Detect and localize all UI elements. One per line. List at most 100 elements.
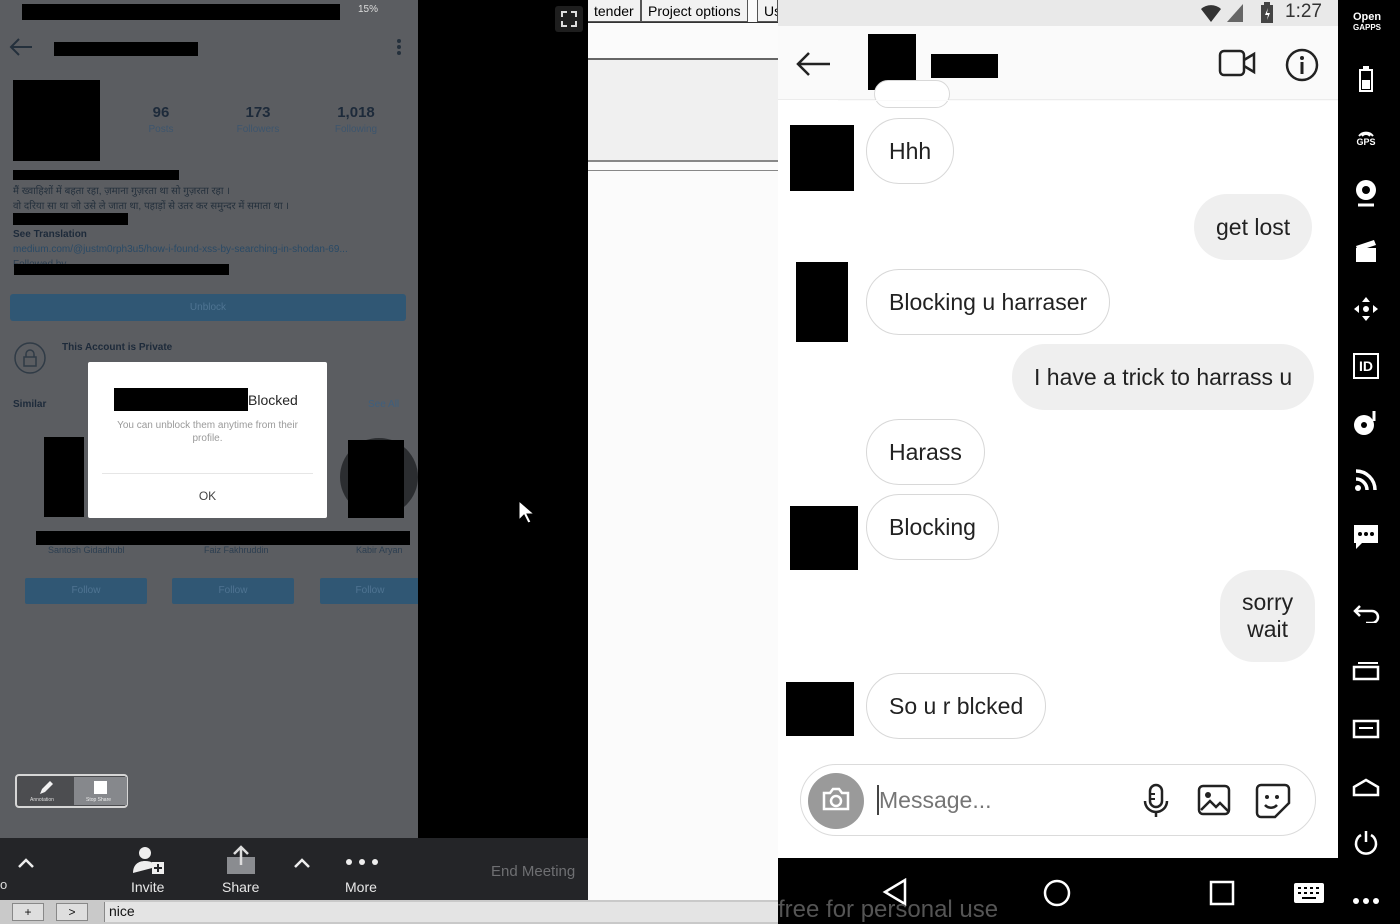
id-tool-icon[interactable]: ID (1351, 351, 1381, 381)
following-label: Following (334, 124, 378, 135)
sms-tool-icon[interactable] (1351, 522, 1381, 552)
suggestion-name: Faiz Fakhruddin (204, 545, 269, 555)
share-label[interactable]: Share (222, 879, 259, 895)
more-tool-icon[interactable] (1351, 886, 1381, 916)
menu-tab-project-options[interactable]: Project options (641, 0, 748, 22)
message-bubble-outgoing: get lost (1194, 194, 1313, 260)
watermark-text: free for personal use (778, 896, 999, 923)
sticker-icon[interactable] (1255, 783, 1291, 824)
message-bubble-outgoing: I have a trick to harrass u (1012, 344, 1315, 410)
info-icon[interactable] (1285, 48, 1319, 87)
fullscreen-icon[interactable] (555, 6, 583, 32)
dialog-message: You can unblock them anytime from their … (117, 420, 298, 444)
background-window (588, 0, 778, 900)
dialog-ok-button[interactable]: OK (88, 474, 327, 518)
next-button[interactable]: > (56, 903, 88, 921)
message-bubble-incoming: Hhh (866, 118, 955, 184)
message-bubble-incoming: Blocking (866, 494, 999, 560)
video-camera-icon[interactable] (1218, 48, 1256, 83)
signal-icon (1226, 3, 1244, 28)
menu-underline (588, 22, 778, 23)
dialog-title: Blocked (248, 392, 298, 408)
more-dots-icon[interactable] (344, 854, 380, 872)
power-tool-icon[interactable] (1351, 828, 1381, 858)
annotate-label: Annotation (30, 797, 54, 803)
wifi-icon (1200, 3, 1222, 28)
message-input[interactable] (879, 781, 1119, 819)
private-account-label: This Account is Private (62, 342, 173, 353)
sender-avatar (796, 262, 848, 342)
stop-share-button[interactable]: Stop Share (74, 777, 127, 805)
follow-button: Follow (320, 578, 418, 604)
stop-share-label: Stop Share (86, 797, 112, 803)
chat-input-text: nice (109, 903, 135, 919)
black-gap (418, 0, 588, 838)
nav-home-icon[interactable] (1042, 878, 1072, 913)
open-gapps-button[interactable]: Open GAPPS (1350, 12, 1384, 33)
posts-label: Posts (148, 124, 174, 135)
home-tool-icon[interactable] (1351, 772, 1381, 802)
menu-tool-icon[interactable] (1351, 714, 1381, 744)
followers-label: Followers (236, 124, 280, 135)
menu-tab-us[interactable]: Us (757, 0, 778, 22)
annotate-button[interactable]: Annotation (18, 777, 73, 805)
invite-label[interactable]: Invite (131, 879, 164, 895)
window-panel (588, 58, 778, 162)
menu-tab-tender[interactable]: tender (588, 0, 641, 22)
mouse-cursor-icon (518, 499, 536, 529)
image-icon[interactable] (1197, 784, 1231, 821)
chat-input-strip[interactable]: nice (104, 902, 778, 922)
annotation-toolbar: Annotation Stop Share (15, 774, 128, 808)
lock-icon (13, 341, 47, 380)
camera-icon (821, 786, 851, 817)
unblock-button: Unblock (10, 294, 406, 321)
redacted-bio (13, 213, 128, 225)
follow-button: Follow (25, 578, 147, 604)
chevron-up-icon[interactable] (292, 856, 312, 875)
redacted-chat-username (931, 54, 998, 78)
message-bubble-incoming: Blocking u harraser (866, 269, 1111, 335)
redacted-name (13, 170, 179, 180)
rss-tool-icon[interactable] (1351, 465, 1381, 495)
suggestion-avatar (348, 440, 404, 518)
share-screen-icon[interactable] (224, 845, 258, 880)
recent-apps-tool-icon[interactable] (1351, 656, 1381, 686)
back-arrow-icon[interactable] (794, 50, 832, 83)
battery-tool-icon[interactable] (1351, 64, 1381, 94)
nav-recents-icon[interactable] (1209, 880, 1235, 911)
redacted-username (54, 42, 198, 56)
open-gapps-line2: GAPPS (1352, 23, 1381, 32)
webcam-tool-icon[interactable] (1351, 178, 1381, 208)
follow-button: Follow (172, 578, 294, 604)
sender-avatar (786, 682, 854, 736)
similar-heading: Similar (13, 399, 47, 410)
dpad-tool-icon[interactable] (1351, 294, 1381, 324)
audio-partial-icon: o (0, 877, 8, 892)
panel-divider (588, 170, 778, 171)
following-count: 1,018 (337, 104, 375, 121)
microphone-icon[interactable] (1141, 783, 1171, 824)
chat-header (778, 26, 1338, 100)
back-tool-icon[interactable] (1351, 598, 1381, 628)
avatar (13, 80, 100, 161)
see-all-link: See All (368, 399, 400, 410)
zoom-in-button[interactable]: + (12, 903, 44, 921)
end-meeting-button[interactable]: End Meeting (491, 863, 575, 880)
more-label[interactable]: More (345, 879, 377, 895)
redacted-followed-by (14, 264, 229, 275)
redacted-suggestion-row (36, 531, 410, 545)
chevron-up-icon[interactable] (16, 856, 36, 875)
android-status-bar: 1:27 (778, 0, 1338, 26)
screencast-tool-icon[interactable] (1351, 236, 1381, 266)
camera-button[interactable] (808, 773, 864, 829)
sender-avatar (790, 125, 854, 191)
blocked-dialog: Blocked You can unblock them anytime fro… (88, 362, 327, 518)
suggestion-name: Kabir Aryan (356, 545, 403, 555)
message-bubble-outgoing: sorry wait (1220, 570, 1316, 662)
keyboard-icon[interactable] (1293, 882, 1325, 909)
invite-icon[interactable] (131, 845, 165, 880)
media-tool-icon[interactable] (1351, 408, 1381, 438)
message-bubble-incoming: So u r blcked (866, 673, 1047, 739)
gps-tool-icon[interactable]: GPS (1351, 122, 1381, 152)
see-translation-link: See Translation (13, 229, 87, 240)
